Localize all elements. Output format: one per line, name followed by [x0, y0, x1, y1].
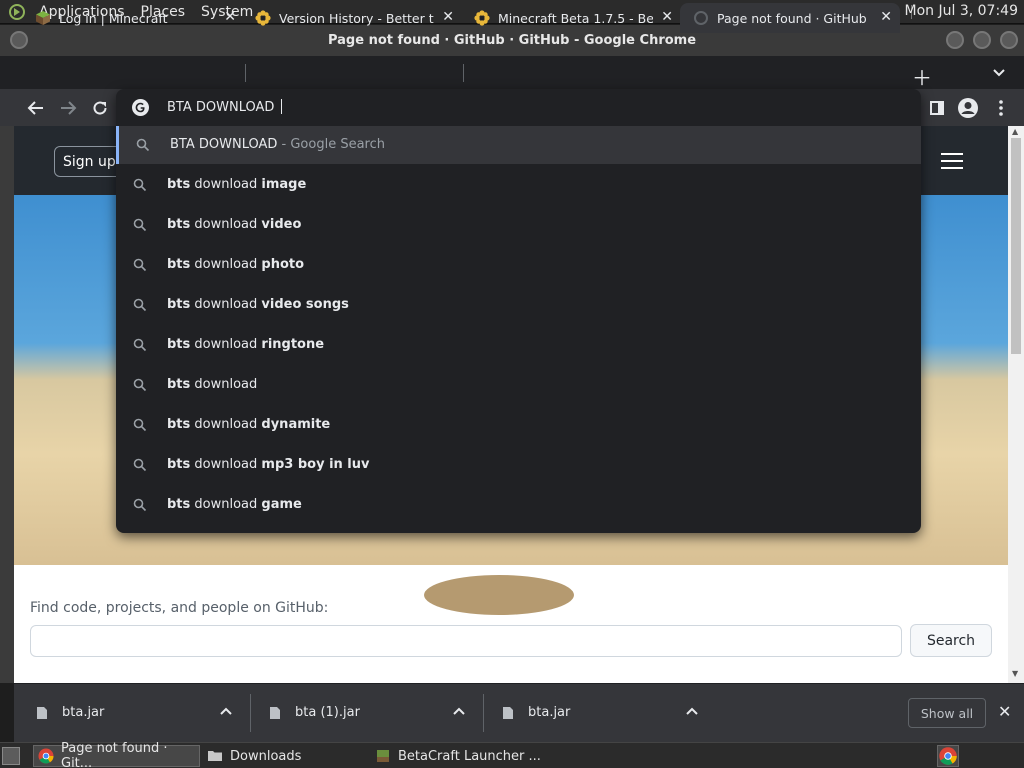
search-icon [133, 418, 147, 432]
search-icon [133, 338, 147, 352]
clock[interactable]: Mon Jul 3, 07:49 [905, 3, 1018, 19]
new-tab-button[interactable]: ＋ [912, 62, 932, 91]
window-menu-icon[interactable] [10, 31, 28, 49]
tab-title: Version History - Better tha [279, 10, 434, 26]
folder-icon [207, 748, 223, 764]
chevron-up-icon[interactable] [453, 704, 465, 718]
chevron-up-icon[interactable] [686, 704, 698, 718]
maximize-icon[interactable] [973, 31, 991, 49]
search-icon [133, 258, 147, 272]
find-label: Find code, projects, and people on GitHu… [30, 600, 329, 616]
tab-title: Minecraft Beta 1.7.5 - Bette [498, 10, 653, 26]
scroll-thumb[interactable] [1011, 138, 1021, 354]
tab-separator [245, 64, 246, 82]
close-tab-icon[interactable]: ✕ [442, 9, 454, 25]
taskbar: Page not found · Git... Downloads BetaCr… [0, 741, 1024, 768]
file-icon [269, 706, 281, 720]
close-tab-icon[interactable]: ✕ [224, 9, 236, 25]
sign-up-button[interactable]: Sign up [54, 146, 125, 177]
file-icon [36, 706, 48, 720]
search-icon [133, 498, 147, 512]
search-icon [136, 138, 150, 152]
github-search-button[interactable]: Search [910, 624, 992, 657]
suggestion-item[interactable]: bts download video [116, 206, 921, 244]
show-all-button[interactable]: Show all [908, 698, 986, 728]
close-tab-icon[interactable]: ✕ [880, 9, 892, 25]
side-panel-icon[interactable] [926, 97, 948, 119]
suggestion-item[interactable]: bts download video songs [116, 286, 921, 324]
desktop-background [0, 126, 14, 683]
search-icon [133, 218, 147, 232]
task-betacraft[interactable]: BetaCraft Launcher ... [371, 745, 541, 767]
chevron-up-icon[interactable] [220, 704, 232, 718]
show-desktop-icon[interactable] [2, 747, 20, 765]
back-icon[interactable] [25, 97, 47, 119]
download-item[interactable]: bta.jar [14, 684, 250, 742]
tray-chrome-icon[interactable] [937, 745, 959, 767]
tab-search-chevron-icon[interactable] [992, 64, 1006, 83]
flower-icon [474, 10, 490, 26]
tab-minecraft-login[interactable]: Log in | Minecraft ✕ [22, 3, 244, 33]
minimize-icon[interactable] [946, 31, 964, 49]
search-icon [133, 298, 147, 312]
task-downloads[interactable]: Downloads [203, 745, 368, 767]
suggestion-text: BTA DOWNLOAD [170, 137, 278, 152]
suggestion-item[interactable]: bts download game [116, 486, 921, 524]
github-search-input[interactable] [30, 625, 902, 657]
close-window-icon[interactable] [1000, 31, 1018, 49]
close-tab-icon[interactable]: ✕ [661, 9, 673, 25]
tab-title: Page not found · GitHub · Gi [717, 10, 872, 26]
suggestion-item[interactable]: bts download ringtone [116, 326, 921, 364]
suggestion-item[interactable]: bts download dynamite [116, 406, 921, 444]
tab-github-not-found[interactable]: Page not found · GitHub · Gi ✕ [680, 3, 900, 33]
download-filename: bta.jar [528, 705, 571, 720]
omnibox-text[interactable]: BTA DOWNLOAD [167, 99, 282, 115]
scroll-down-arrow-icon[interactable]: ▼ [1012, 669, 1018, 678]
tab-minecraft-beta[interactable]: Minecraft Beta 1.7.5 - Bette ✕ [461, 3, 681, 33]
download-item[interactable]: bta (1).jar [247, 684, 483, 742]
file-icon [502, 706, 514, 720]
suggestion-item[interactable]: bts download mp3 boy in luv [116, 446, 921, 484]
download-shelf: bta.jar bta (1).jar bta.jar Show all ✕ [14, 683, 1024, 742]
tab-title: Log in | Minecraft [59, 10, 168, 26]
chrome-icon [38, 748, 54, 764]
search-icon [133, 178, 147, 192]
search-icon [133, 458, 147, 472]
close-shelf-icon[interactable]: ✕ [998, 702, 1011, 721]
suggestion-google-search[interactable]: BTA DOWNLOAD - Google Search [116, 126, 921, 164]
search-icon [133, 378, 147, 392]
suggestion-item[interactable]: bts download [116, 366, 921, 404]
task-label: BetaCraft Launcher ... [398, 748, 541, 764]
forward-icon[interactable] [57, 97, 79, 119]
hero-shape [424, 575, 574, 615]
suggestion-item[interactable]: bts download photo [116, 246, 921, 284]
flower-icon [255, 10, 271, 26]
window-title: Page not found · GitHub · GitHub - Googl… [327, 33, 697, 48]
tab-strip [0, 56, 1024, 89]
google-icon [132, 99, 149, 116]
suggestion-item[interactable]: bts download image [116, 166, 921, 204]
task-chrome[interactable]: Page not found · Git... [33, 741, 200, 768]
download-filename: bta.jar [62, 705, 105, 720]
task-label: Downloads [230, 748, 302, 764]
download-item[interactable]: bta.jar [480, 684, 716, 742]
omnibox-dropdown: BTA DOWNLOAD BTA DOWNLOAD - Google Searc… [116, 89, 921, 533]
omnibox[interactable]: BTA DOWNLOAD [116, 89, 921, 126]
page-scrollbar[interactable]: ▲ ▼ [1008, 126, 1024, 683]
betacraft-icon [375, 748, 391, 764]
task-label: Page not found · Git... [61, 741, 168, 768]
hamburger-menu-icon[interactable] [941, 153, 963, 169]
download-filename: bta (1).jar [295, 705, 360, 720]
scroll-up-arrow-icon[interactable]: ▲ [1012, 127, 1018, 136]
tab-version-history[interactable]: Version History - Better tha ✕ [242, 3, 462, 33]
suggestion-hint: - Google Search [277, 137, 385, 152]
reload-icon[interactable] [89, 97, 111, 119]
tab-separator [463, 64, 464, 82]
more-menu-icon[interactable] [990, 97, 1012, 119]
profile-avatar-icon[interactable] [957, 97, 979, 119]
minecraft-block-icon [35, 10, 51, 26]
github-loading-icon [693, 10, 709, 26]
